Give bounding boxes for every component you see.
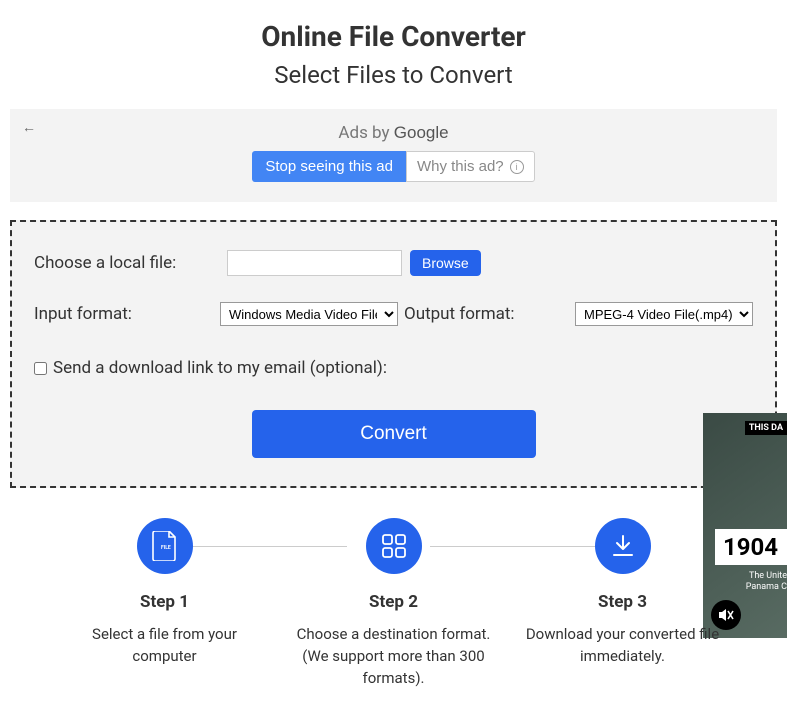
step-1: FILE Step 1 Select a file from your comp… bbox=[65, 518, 265, 668]
step-title: Step 2 bbox=[369, 592, 418, 612]
why-this-ad-label: Why this ad? bbox=[417, 158, 504, 175]
output-format-select[interactable]: MPEG-4 Video File(.mp4) bbox=[575, 302, 753, 326]
ad-container: ← Ads by Google Stop seeing this ad Why … bbox=[10, 109, 777, 202]
local-file-label: Choose a local file: bbox=[34, 253, 219, 273]
step-desc: Download your converted file immediately… bbox=[523, 624, 723, 668]
step-3: Step 3 Download your converted file imme… bbox=[523, 518, 723, 668]
side-video-year: 1904 bbox=[723, 533, 778, 561]
svg-text:FILE: FILE bbox=[161, 545, 171, 551]
input-format-select[interactable]: Windows Media Video File(.wmv) bbox=[220, 302, 398, 326]
stop-seeing-ad-button[interactable]: Stop seeing this ad bbox=[252, 151, 406, 182]
email-link-label: Send a download link to my email (option… bbox=[53, 358, 387, 378]
ad-attribution: Ads by Google bbox=[22, 123, 765, 143]
ad-back-arrow-icon[interactable]: ← bbox=[22, 119, 36, 136]
file-icon: FILE bbox=[137, 518, 193, 574]
side-video-tag: THIS DA bbox=[745, 421, 787, 435]
step-desc: Select a file from your computer bbox=[65, 624, 265, 668]
step-2: Step 2 Choose a destination format. (We … bbox=[294, 518, 494, 689]
email-link-checkbox[interactable] bbox=[34, 362, 47, 375]
convert-button[interactable]: Convert bbox=[252, 410, 536, 458]
side-video-year-box: 1904 bbox=[715, 529, 787, 565]
output-format-label: Output format: bbox=[404, 304, 515, 324]
steps-section: FILE Step 1 Select a file from your comp… bbox=[10, 518, 777, 689]
download-icon bbox=[595, 518, 651, 574]
grid-icon bbox=[366, 518, 422, 574]
why-this-ad-button[interactable]: Why this ad? i bbox=[406, 151, 535, 182]
page-title: Online File Converter bbox=[10, 20, 777, 53]
step-title: Step 3 bbox=[598, 592, 647, 612]
browse-button[interactable]: Browse bbox=[410, 250, 481, 276]
ad-label-prefix: Ads by bbox=[338, 123, 393, 143]
step-title: Step 1 bbox=[140, 592, 189, 612]
ad-label-brand: Google bbox=[394, 123, 449, 142]
step-desc: Choose a destination format. (We support… bbox=[294, 624, 494, 689]
info-icon: i bbox=[510, 160, 524, 174]
input-format-label: Input format: bbox=[34, 304, 216, 324]
page-subtitle: Select Files to Convert bbox=[10, 61, 777, 89]
side-video-blurb: The Unite Panama C bbox=[727, 571, 787, 594]
local-file-input[interactable] bbox=[227, 250, 402, 276]
converter-form: Choose a local file: Browse Input format… bbox=[10, 220, 777, 488]
